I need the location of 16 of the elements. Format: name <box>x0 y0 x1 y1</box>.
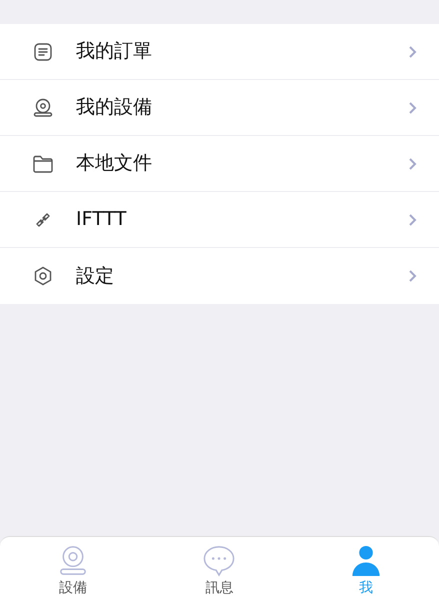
tab[interactable]: 設備 <box>0 537 146 600</box>
settings-icon <box>32 265 54 287</box>
chevron-right-icon <box>407 269 417 283</box>
chat-bubble-icon <box>202 544 236 577</box>
chevron-right-icon <box>407 212 417 226</box>
menu-item[interactable]: 我的設備 <box>0 80 439 136</box>
chevron-right-icon <box>407 100 417 114</box>
menu-item[interactable]: 設定 <box>0 248 439 304</box>
document-icon <box>32 40 54 62</box>
tab[interactable]: 訊息 <box>146 537 293 600</box>
chevron-right-icon <box>407 156 417 170</box>
menu-item[interactable]: IFTTT <box>0 192 439 248</box>
chevron-right-icon <box>407 44 417 58</box>
menu-item[interactable]: 本地文件 <box>0 136 439 192</box>
menu-item[interactable]: 我的訂單 <box>0 24 439 80</box>
camera-icon <box>32 96 54 118</box>
